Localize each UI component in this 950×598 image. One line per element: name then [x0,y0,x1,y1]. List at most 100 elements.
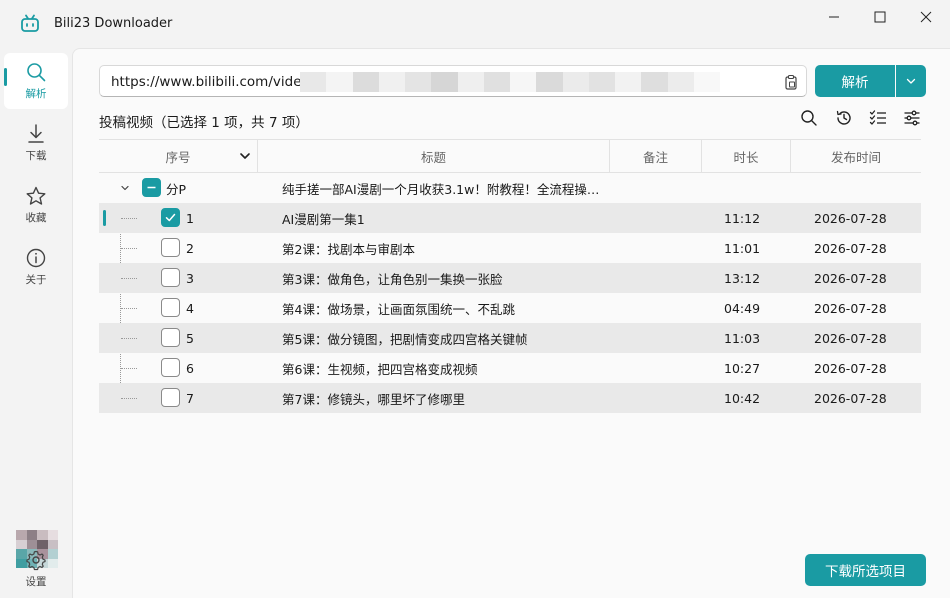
row-title: 第3课：做角色，让角色别一集换一张脸 [282,271,503,287]
search-icon[interactable] [800,109,818,127]
download-selected-button[interactable]: 下载所选项目 [805,554,926,586]
title-bar: Bili23 Downloader [0,0,950,48]
filter-settings-icon[interactable] [903,109,921,127]
sidebar-item-label: 下载 [25,150,47,162]
row-checkbox[interactable] [161,388,180,407]
tree-connector [121,368,137,369]
row-index: 6 [186,360,194,376]
row-checkbox[interactable] [161,328,180,347]
checklist-icon[interactable] [869,109,887,127]
group-checkbox[interactable] [142,178,161,197]
gear-icon [26,550,46,571]
row-title: 第2课：找剧本与审剧本 [282,241,415,257]
tree-connector [121,308,137,309]
row-checkbox[interactable] [161,268,180,287]
checkmark-icon [165,213,176,222]
row-publish-date: 2026-07-28 [814,360,887,376]
table-header: 序号 标题 备注 时长 发布时间 [99,139,921,173]
row-publish-date: 2026-07-28 [814,240,887,256]
parse-dropdown-button[interactable] [896,65,926,97]
chevron-down-icon [906,78,916,84]
info-icon [26,248,46,268]
sidebar-item-about[interactable]: 关于 [4,239,68,295]
table-row[interactable]: 3 第3课：做角色，让角色别一集换一张脸 13:12 2026-07-28 [99,263,921,293]
row-checkbox[interactable] [161,238,180,257]
minimize-icon [829,16,839,18]
tree-connector [121,278,137,279]
row-index: 5 [186,330,194,346]
tree-group-row[interactable]: 分P 纯手搓一部AI漫剧一个月收获3.1w！附教程！全流程操… [99,173,921,203]
active-nav-indicator [4,68,7,86]
row-duration: 04:49 [724,300,761,316]
table-row[interactable]: 2 第2课：找剧本与审剧本 11:01 2026-07-28 [99,233,921,263]
row-checkbox[interactable] [161,298,180,317]
sidebar-item-label: 关于 [25,274,47,286]
redacted-url-segment [300,72,720,92]
table-row[interactable]: 6 第6课：生视频，把四宫格变成视频 10:27 2026-07-28 [99,353,921,383]
row-publish-date: 2026-07-28 [814,390,887,406]
bilibili-logo-icon [21,14,39,32]
row-title: 第5课：做分镜图，把剧情变成四宫格关键帧 [282,331,528,347]
tree-connector [121,218,137,219]
column-header-title[interactable]: 标题 [258,140,610,173]
sidebar-item-settings[interactable]: 设置 [4,541,68,597]
app-title: Bili23 Downloader [54,16,173,31]
row-title: AI漫剧第一集1 [282,211,365,227]
close-button[interactable] [903,0,949,34]
sidebar: 解析 下载 收藏 关于 设置 [0,48,72,598]
minimize-button[interactable] [811,0,857,34]
history-icon[interactable] [835,109,853,127]
row-publish-date: 2026-07-28 [814,330,887,346]
row-index: 2 [186,240,194,256]
sidebar-item-label: 收藏 [25,212,47,224]
close-icon [920,11,932,23]
group-title: 纯手搓一部AI漫剧一个月收获3.1w！附教程！全流程操… [282,181,600,197]
row-checkbox[interactable] [161,358,180,377]
selected-row-indicator [103,210,106,226]
row-publish-date: 2026-07-28 [814,210,887,226]
parse-button[interactable]: 解析 [815,65,895,97]
maximize-icon [874,11,886,23]
column-header-publish-date[interactable]: 发布时间 [791,140,921,173]
sidebar-item-label: 解析 [25,88,47,100]
row-publish-date: 2026-07-28 [814,270,887,286]
column-header-duration[interactable]: 时长 [702,140,791,173]
main-content: https://www.bilibili.com/video/ 解析 投稿视频（… [72,48,950,598]
row-duration: 13:12 [724,270,761,286]
settings-label: 设置 [25,576,47,588]
search-icon [27,63,46,82]
table-row[interactable]: 5 第5课：做分镜图，把剧情变成四宫格关键帧 11:03 2026-07-28 [99,323,921,353]
paste-icon[interactable] [784,74,798,90]
tree-connector [121,398,137,399]
row-duration: 11:01 [724,240,761,256]
row-index: 7 [186,390,194,406]
table-row[interactable]: 4 第4课：做场景，让画面氛围统一、不乱跳 04:49 2026-07-28 [99,293,921,323]
row-index: 1 [186,210,194,226]
url-input-value: https://www.bilibili.com/video/ [111,74,315,90]
sidebar-item-favorites[interactable]: 收藏 [4,177,68,233]
maximize-button[interactable] [857,0,903,34]
row-index: 4 [186,300,194,316]
tree-connector [121,248,137,249]
download-icon [28,124,44,143]
sidebar-item-parse[interactable]: 解析 [4,53,68,109]
row-checkbox[interactable] [161,208,180,227]
table-row[interactable]: 7 第7课：修镜头，哪里坏了修哪里 10:42 2026-07-28 [99,383,921,413]
sidebar-item-download[interactable]: 下载 [4,115,68,171]
url-input[interactable]: https://www.bilibili.com/video/ [99,65,807,97]
row-title: 第7课：修镜头，哪里坏了修哪里 [282,391,465,407]
tree-connector [121,338,137,339]
row-index: 3 [186,270,194,286]
chevron-down-icon[interactable] [239,150,251,162]
row-publish-date: 2026-07-28 [814,300,887,316]
minus-icon [147,186,156,189]
row-duration: 11:03 [724,330,761,346]
row-duration: 10:27 [724,360,761,376]
chevron-down-icon[interactable] [119,182,131,194]
table-row[interactable]: 1 AI漫剧第一集1 11:12 2026-07-28 [99,203,921,233]
column-header-index[interactable]: 序号 [99,140,258,173]
column-header-note[interactable]: 备注 [610,140,702,173]
row-title: 第4课：做场景，让画面氛围统一、不乱跳 [282,301,515,317]
row-title: 第6课：生视频，把四宫格变成视频 [282,361,478,377]
row-duration: 10:42 [724,390,761,406]
